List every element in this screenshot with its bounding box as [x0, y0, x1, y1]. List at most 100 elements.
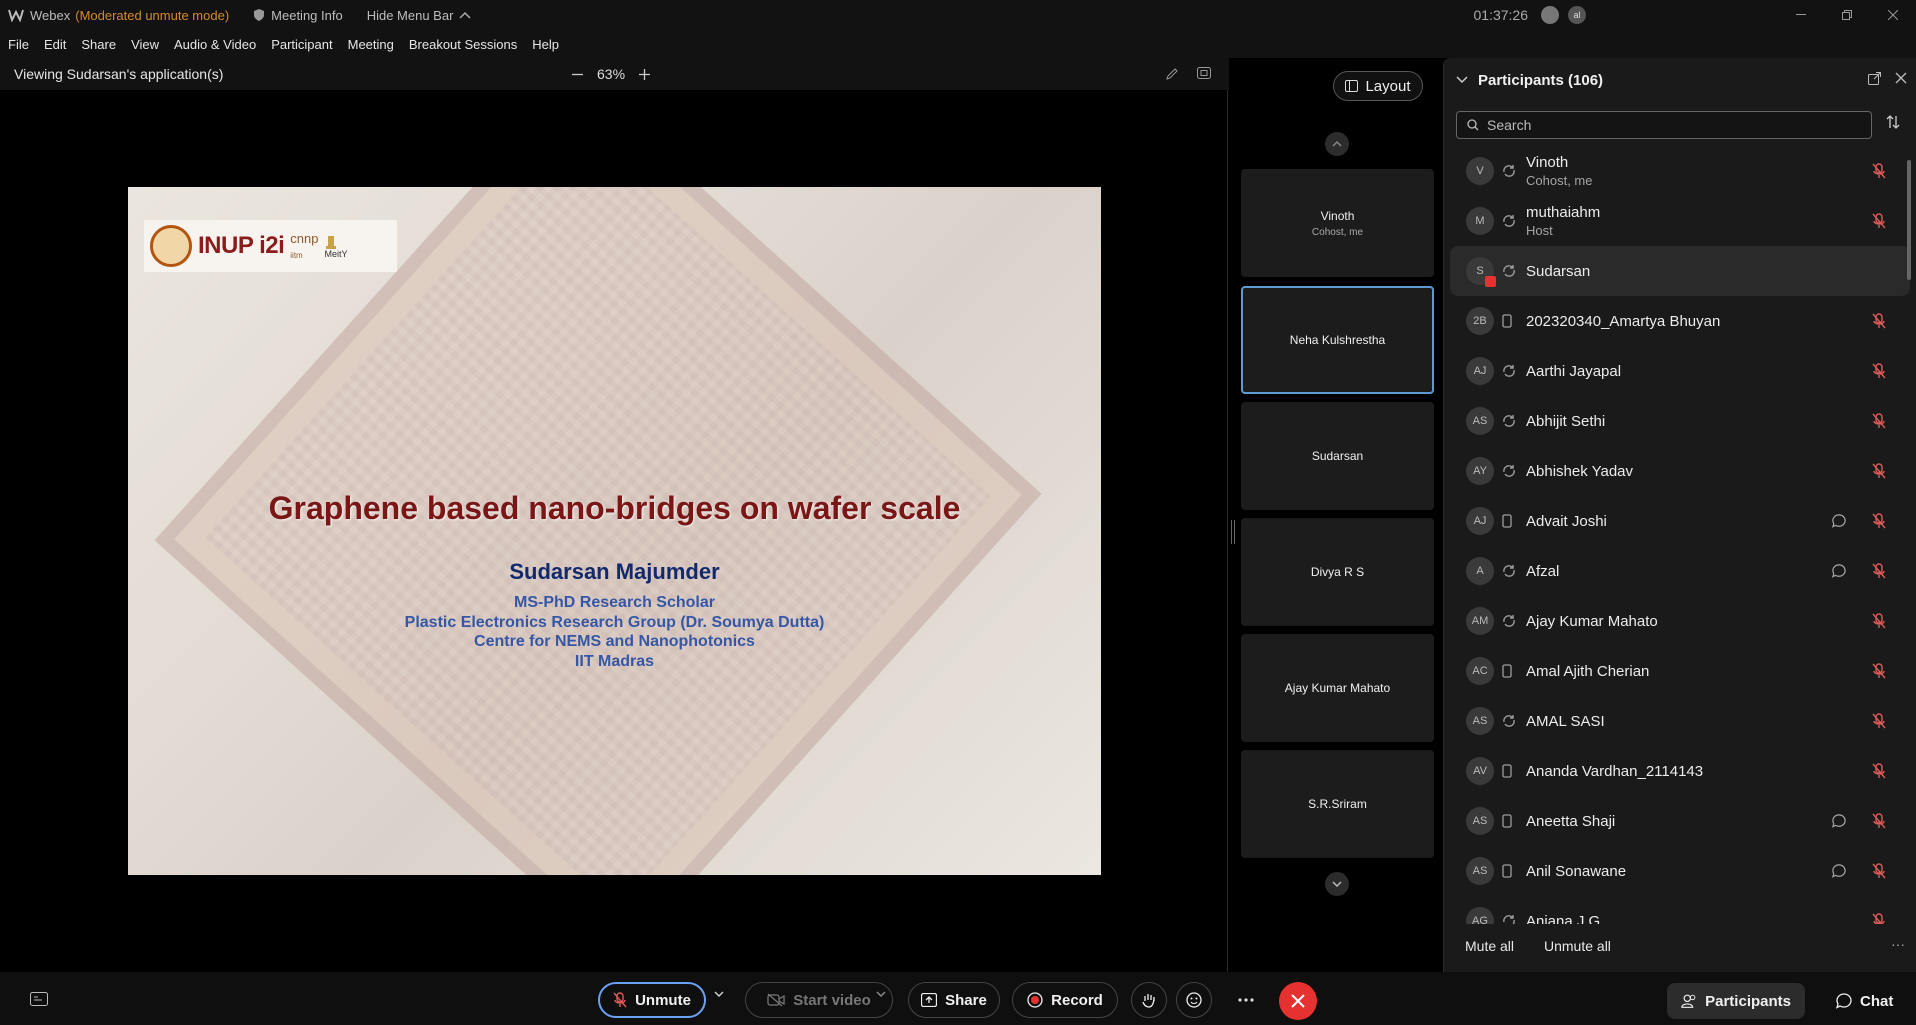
menu-file[interactable]: File — [8, 37, 29, 52]
participants-tab-button[interactable]: Participants — [1667, 983, 1805, 1019]
participant-name: Ajay Kumar Mahato — [1526, 612, 1658, 630]
collapse-panel-button[interactable] — [1456, 76, 1468, 84]
participant-mute-button[interactable] — [1872, 813, 1886, 829]
participant-row[interactable]: S Sudarsan — [1450, 246, 1910, 296]
video-tile[interactable]: S.R.Sriram — [1241, 750, 1434, 858]
logo-meity: MeitY — [324, 234, 347, 259]
participant-list-scrollbar[interactable] — [1907, 160, 1911, 280]
participant-row[interactable]: AG Aniana J G — [1450, 896, 1910, 924]
minimize-button[interactable] — [1778, 0, 1824, 30]
participant-row[interactable]: AJ Aarthi Jayapal — [1450, 346, 1910, 396]
video-tile[interactable]: Vinoth Cohost, me — [1241, 169, 1434, 277]
participant-row[interactable]: AS Aneetta Shaji — [1450, 796, 1910, 846]
menu-audio-video[interactable]: Audio & Video — [174, 37, 256, 52]
record-button[interactable]: Record — [1012, 982, 1118, 1018]
unmute-all-button[interactable]: Unmute all — [1544, 938, 1611, 954]
participant-mute-button[interactable] — [1872, 513, 1886, 529]
participant-mute-button[interactable] — [1872, 913, 1886, 924]
participant-mute-button[interactable] — [1872, 713, 1886, 729]
participant-row[interactable]: AS AMAL SASI — [1450, 696, 1910, 746]
video-options-dropdown[interactable] — [876, 991, 886, 997]
maximize-button[interactable] — [1824, 0, 1870, 30]
participant-mute-button[interactable] — [1872, 763, 1886, 779]
hide-menu-bar-button[interactable]: Hide Menu Bar — [367, 8, 472, 23]
participant-mute-button[interactable] — [1872, 363, 1886, 379]
closed-captions-button[interactable] — [30, 992, 48, 1006]
sync-icon — [1503, 915, 1515, 924]
participant-row[interactable]: AY Abhishek Yadav — [1450, 446, 1910, 496]
close-window-button[interactable] — [1870, 0, 1916, 30]
annotate-button[interactable] — [1165, 67, 1179, 81]
device-icon — [1502, 564, 1516, 578]
mute-all-button[interactable]: Mute all — [1465, 938, 1514, 954]
menu-meeting[interactable]: Meeting — [348, 37, 394, 52]
fullscreen-share-button[interactable] — [1197, 67, 1211, 81]
menu-view[interactable]: View — [131, 37, 159, 52]
layout-button[interactable]: Layout — [1333, 71, 1423, 101]
participant-row[interactable]: AS Abhijit Sethi — [1450, 396, 1910, 446]
sync-icon — [1503, 565, 1515, 577]
video-tile-name: Divya R S — [1310, 565, 1365, 579]
participant-row[interactable]: Mmuthaiahm Host — [1450, 196, 1910, 246]
participant-row[interactable]: AM Ajay Kumar Mahato — [1450, 596, 1910, 646]
menu-share[interactable]: Share — [81, 37, 116, 52]
participant-search-input[interactable]: Search — [1456, 111, 1872, 139]
participant-mute-button[interactable] — [1872, 613, 1886, 629]
audio-options-dropdown[interactable] — [714, 991, 724, 997]
participant-row[interactable]: V Vinoth Cohost, me — [1450, 146, 1910, 196]
video-tile[interactable]: Ajay Kumar Mahato — [1241, 634, 1434, 742]
reactions-button[interactable] — [1176, 982, 1212, 1018]
participants-footer: Mute all Unmute all ··· — [1444, 924, 1916, 972]
status-icon[interactable] — [1541, 6, 1559, 24]
meeting-info-button[interactable]: Meeting Info — [253, 8, 343, 23]
video-tile-name: Vinoth — [1320, 208, 1355, 223]
participant-row[interactable]: 2B 202320340_Amartya Bhuyan — [1450, 296, 1910, 346]
chat-tab-button[interactable]: Chat — [1822, 983, 1907, 1019]
zoom-out-button[interactable] — [572, 69, 583, 80]
unmute-button[interactable]: Unmute — [598, 982, 706, 1018]
participant-row[interactable]: AC Amal Ajith Cherian — [1450, 646, 1910, 696]
participant-mute-button[interactable] — [1872, 213, 1886, 229]
menu-breakout-sessions[interactable]: Breakout Sessions — [409, 37, 517, 52]
participant-mute-button[interactable] — [1872, 163, 1886, 179]
participant-row[interactable]: AV Ananda Vardhan_2114143 — [1450, 746, 1910, 796]
more-controls-button[interactable] — [1228, 982, 1264, 1018]
participant-mute-button[interactable] — [1872, 463, 1886, 479]
private-chat-button[interactable] — [1832, 564, 1846, 578]
more-options-icon[interactable]: ··· — [1891, 936, 1905, 952]
participant-mute-button[interactable] — [1872, 663, 1886, 679]
participant-row[interactable]: AS Anil Sonawane — [1450, 846, 1910, 896]
video-scroll-down-button[interactable] — [1325, 872, 1349, 896]
participant-name-block: Ananda Vardhan_2114143 — [1526, 763, 1703, 780]
participant-mute-button[interactable] — [1872, 313, 1886, 329]
participant-row[interactable]: A Afzal — [1450, 546, 1910, 596]
video-tile[interactable]: Divya R S — [1241, 518, 1434, 626]
presentation-slide: INUP i2i cnnp iitm MeitY Graphene based n… — [128, 187, 1101, 875]
resize-handle[interactable] — [1231, 520, 1235, 544]
share-button[interactable]: Share — [908, 982, 1000, 1018]
menu-participant[interactable]: Participant — [271, 37, 332, 52]
zoom-in-button[interactable] — [639, 68, 651, 80]
raise-hand-button[interactable] — [1131, 982, 1167, 1018]
participant-initials: M — [1475, 215, 1485, 227]
video-tile[interactable]: Sudarsan — [1241, 402, 1434, 510]
private-chat-button[interactable] — [1832, 814, 1846, 828]
close-panel-button[interactable] — [1895, 72, 1907, 85]
participant-mute-button[interactable] — [1872, 413, 1886, 429]
video-tile-name: S.R.Sriram — [1308, 797, 1367, 811]
participant-mute-button[interactable] — [1872, 863, 1886, 879]
popout-panel-button[interactable] — [1868, 72, 1881, 85]
video-tile-active-speaker[interactable]: Neha Kulshrestha — [1241, 286, 1434, 394]
menu-help[interactable]: Help — [532, 37, 559, 52]
sort-button[interactable] — [1886, 115, 1900, 129]
participant-mute-button[interactable] — [1872, 563, 1886, 579]
user-avatar[interactable]: al — [1568, 6, 1586, 24]
private-chat-button[interactable] — [1832, 514, 1846, 528]
leave-meeting-button[interactable] — [1279, 982, 1317, 1020]
private-chat-button[interactable] — [1832, 864, 1846, 878]
start-video-button[interactable]: Start video — [745, 982, 893, 1018]
participant-role: Cohost, me — [1526, 173, 1593, 188]
video-scroll-up-button[interactable] — [1325, 132, 1349, 156]
participant-row[interactable]: AJ Advait Joshi — [1450, 496, 1910, 546]
menu-edit[interactable]: Edit — [44, 37, 66, 52]
